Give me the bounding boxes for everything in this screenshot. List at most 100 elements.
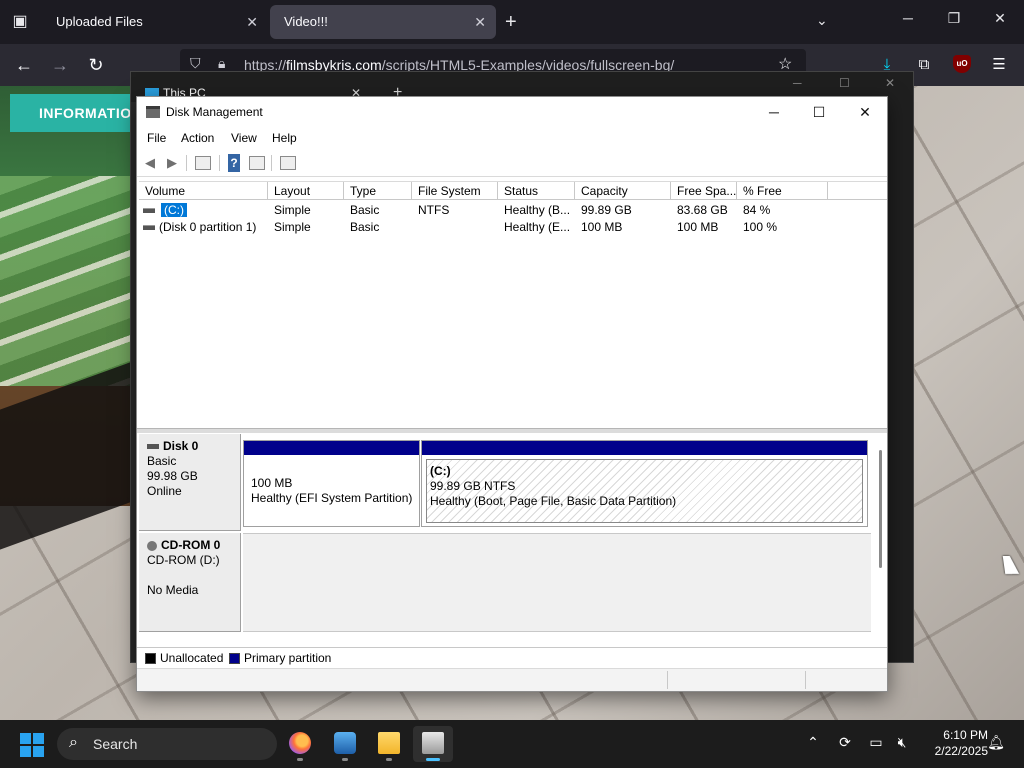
settings-icon[interactable] bbox=[280, 156, 296, 170]
title-bar[interactable]: Disk Management ─ ☐ ✕ bbox=[137, 97, 887, 127]
column-header-type[interactable]: Type bbox=[344, 182, 412, 200]
tab-list-icon[interactable]: ▣ bbox=[10, 12, 30, 32]
close-icon[interactable]: ✕ bbox=[990, 10, 1010, 27]
close-button[interactable]: ✕ bbox=[842, 97, 888, 127]
close-tab-icon[interactable]: ✕ bbox=[246, 5, 258, 39]
cdrom-empty-area bbox=[243, 533, 871, 632]
disk-management-icon[interactable] bbox=[413, 726, 453, 762]
cdrom-media: No Media bbox=[147, 583, 199, 597]
cell-status: Healthy (E... bbox=[504, 220, 571, 234]
puzzle-icon[interactable]: ⧉ bbox=[913, 54, 935, 76]
chevron-up-icon[interactable]: ⌃ bbox=[803, 734, 823, 751]
firefox-icon[interactable] bbox=[280, 726, 320, 762]
back-arrow-icon[interactable]: ◀ bbox=[141, 154, 159, 172]
clock[interactable]: 6:10 PM 2/22/2025 bbox=[918, 727, 988, 759]
menu-view[interactable]: View bbox=[231, 127, 257, 149]
window-title: Disk Management bbox=[166, 105, 263, 119]
menu-file[interactable]: File bbox=[147, 127, 166, 149]
legend-unallocated: Unallocated bbox=[160, 651, 224, 665]
shield-icon[interactable]: ⛉ bbox=[190, 55, 201, 72]
sync-icon[interactable]: ⟳ bbox=[835, 734, 855, 751]
minimize-icon[interactable]: ─ bbox=[898, 10, 918, 26]
primary-partition-swatch bbox=[229, 653, 240, 664]
close-tab-icon[interactable]: ✕ bbox=[474, 5, 486, 39]
tab-title: Uploaded Files bbox=[56, 14, 143, 29]
cdrom-drive: CD-ROM (D:) bbox=[147, 553, 220, 567]
cell-file-system: NTFS bbox=[418, 203, 450, 217]
disk-size: 99.98 GB bbox=[147, 469, 198, 483]
properties-icon[interactable] bbox=[249, 156, 265, 170]
tab-uploaded-files[interactable]: Uploaded Files ✕ bbox=[42, 5, 268, 39]
search-label: Search bbox=[93, 736, 138, 752]
menu-help[interactable]: Help bbox=[272, 127, 297, 149]
column-header-percent-free[interactable]: % Free bbox=[737, 182, 828, 200]
disk-graphical-view: Disk 0 Basic 99.98 GB Online 100 MB Heal… bbox=[139, 434, 873, 638]
forward-arrow-icon[interactable]: ▶ bbox=[163, 154, 181, 172]
cdrom-icon bbox=[147, 540, 157, 551]
notification-bell-icon[interactable]: 🔔︎ bbox=[986, 734, 1006, 751]
cell-percent-free: 100 % bbox=[743, 220, 778, 234]
partition-size: 100 MB bbox=[251, 476, 293, 490]
arrow-right-icon[interactable]: → bbox=[48, 54, 72, 76]
partition-size: 99.89 GB NTFS bbox=[430, 479, 516, 493]
file-explorer-icon[interactable] bbox=[369, 726, 409, 762]
search-box[interactable]: ⌕ Search bbox=[57, 728, 277, 760]
browser-tab-strip: ▣ Uploaded Files ✕ Video!!! ✕ + ⌄ ─ ❐ ✕ bbox=[0, 0, 1024, 44]
lock-icon[interactable]: 🔒︎ bbox=[218, 55, 225, 72]
arrow-left-icon[interactable]: ← bbox=[12, 54, 36, 76]
ublock-icon[interactable]: uO bbox=[953, 55, 971, 73]
speaker-muted-icon[interactable]: 🔇︎ bbox=[892, 734, 912, 751]
help-icon[interactable]: ? bbox=[228, 154, 240, 172]
plus-icon[interactable]: + bbox=[505, 10, 517, 34]
hamburger-icon[interactable]: ☰ bbox=[988, 54, 1010, 76]
partition-c[interactable]: (C:) 99.89 GB NTFS Healthy (Boot, Page F… bbox=[421, 440, 868, 527]
disk-0-label[interactable]: Disk 0 Basic 99.98 GB Online bbox=[139, 434, 241, 531]
restore-icon[interactable]: ❐ bbox=[944, 10, 964, 27]
chevron-down-icon[interactable]: ⌄ bbox=[816, 12, 828, 29]
close-icon[interactable]: ✕ bbox=[885, 76, 895, 90]
pane-splitter[interactable] bbox=[137, 428, 887, 433]
status-separator bbox=[667, 671, 668, 689]
menu-action[interactable]: Action bbox=[181, 127, 214, 149]
column-header-free-space[interactable]: Free Spa... bbox=[671, 182, 737, 200]
column-header-capacity[interactable]: Capacity bbox=[575, 182, 671, 200]
tab-video[interactable]: Video!!! ✕ bbox=[270, 5, 496, 39]
disk-state: Online bbox=[147, 484, 182, 498]
windows-start-icon[interactable] bbox=[20, 733, 44, 757]
information-button[interactable]: INFORMATIO bbox=[10, 94, 140, 132]
cdrom-0-label[interactable]: CD-ROM 0 CD-ROM (D:) No Media bbox=[139, 533, 241, 632]
volume-list: Volume Layout Type File System Status Ca… bbox=[139, 181, 887, 427]
maximize-button[interactable]: ☐ bbox=[796, 97, 842, 127]
partition-label: (C:) bbox=[430, 464, 451, 478]
cell-volume: (C:) bbox=[155, 202, 268, 219]
cell-status: Healthy (B... bbox=[504, 203, 571, 217]
network-icon[interactable]: ▭ bbox=[866, 734, 886, 751]
show-hide-console-icon[interactable] bbox=[195, 156, 211, 170]
table-row[interactable]: (Disk 0 partition 1) Simple Basic Health… bbox=[139, 219, 887, 236]
column-header-empty bbox=[828, 182, 887, 200]
column-header-file-system[interactable]: File System bbox=[412, 182, 498, 200]
column-header-volume[interactable]: Volume bbox=[139, 182, 268, 200]
table-row[interactable]: (C:) Simple Basic NTFS Healthy (B... 99.… bbox=[139, 202, 887, 219]
scrollbar-thumb[interactable] bbox=[879, 450, 882, 568]
partition-efi[interactable]: 100 MB Healthy (EFI System Partition) bbox=[243, 440, 420, 527]
partition-status: Healthy (EFI System Partition) bbox=[251, 491, 413, 505]
cell-capacity: 99.89 GB bbox=[581, 203, 632, 217]
unallocated-swatch bbox=[145, 653, 156, 664]
volume-icon bbox=[143, 208, 155, 213]
cell-free-space: 100 MB bbox=[677, 220, 719, 234]
cell-percent-free: 84 % bbox=[743, 203, 771, 217]
reload-icon[interactable]: ↻ bbox=[84, 54, 108, 76]
column-header-layout[interactable]: Layout bbox=[268, 182, 344, 200]
minimize-icon[interactable]: ─ bbox=[793, 76, 802, 90]
task-manager-icon[interactable] bbox=[325, 726, 365, 762]
legend: Unallocated Primary partition bbox=[137, 647, 887, 667]
vertical-scrollbar[interactable] bbox=[875, 434, 887, 638]
selected-partition-hatch: (C:) 99.89 GB NTFS Healthy (Boot, Page F… bbox=[426, 459, 863, 523]
maximize-icon[interactable]: ☐ bbox=[839, 76, 850, 90]
disk-type: Basic bbox=[147, 454, 177, 468]
cell-type: Basic bbox=[350, 220, 380, 234]
minimize-button[interactable]: ─ bbox=[751, 97, 797, 127]
cell-capacity: 100 MB bbox=[581, 220, 623, 234]
column-header-status[interactable]: Status bbox=[498, 182, 575, 200]
